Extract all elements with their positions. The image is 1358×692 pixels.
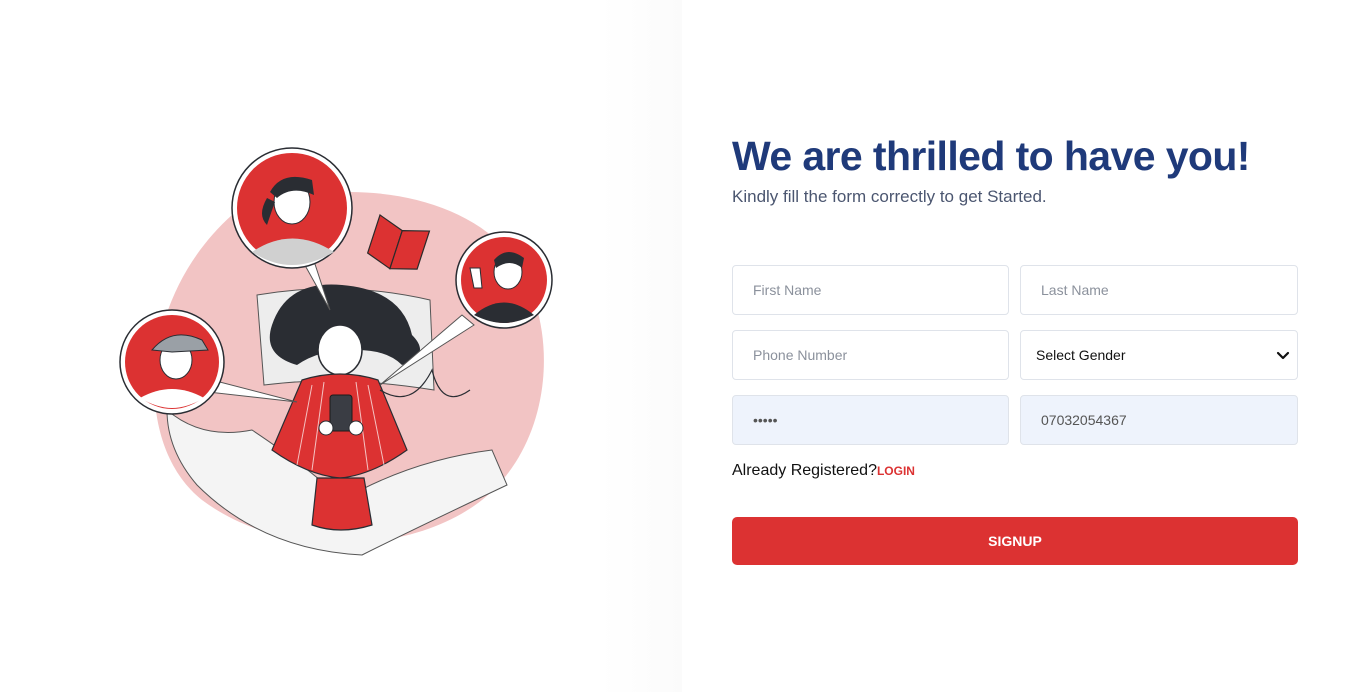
- page-title: We are thrilled to have you!: [732, 133, 1250, 179]
- last-name-input[interactable]: [1020, 265, 1298, 315]
- page-subtitle: Kindly fill the form correctly to get St…: [732, 187, 1047, 206]
- chevron-down-icon: [1276, 351, 1290, 360]
- avatar-left: [119, 309, 225, 415]
- login-prompt-text: Already Registered?: [732, 462, 877, 479]
- password-input[interactable]: [732, 395, 1009, 445]
- signup-illustration: [119, 147, 553, 556]
- signup-button[interactable]: SIGNUP: [732, 517, 1298, 565]
- avatar-right: [455, 231, 553, 329]
- first-name-input[interactable]: [732, 265, 1009, 315]
- login-prompt: Already Registered?LOGIN: [732, 462, 915, 480]
- avatar-top: [231, 147, 353, 269]
- confirm-password-input[interactable]: [1020, 395, 1298, 445]
- illustration-pane: [0, 0, 682, 692]
- gender-select-value: Select Gender: [1036, 347, 1126, 363]
- login-link[interactable]: LOGIN: [877, 464, 915, 478]
- gender-select[interactable]: Select Gender: [1020, 330, 1298, 380]
- phone-number-input[interactable]: [732, 330, 1009, 380]
